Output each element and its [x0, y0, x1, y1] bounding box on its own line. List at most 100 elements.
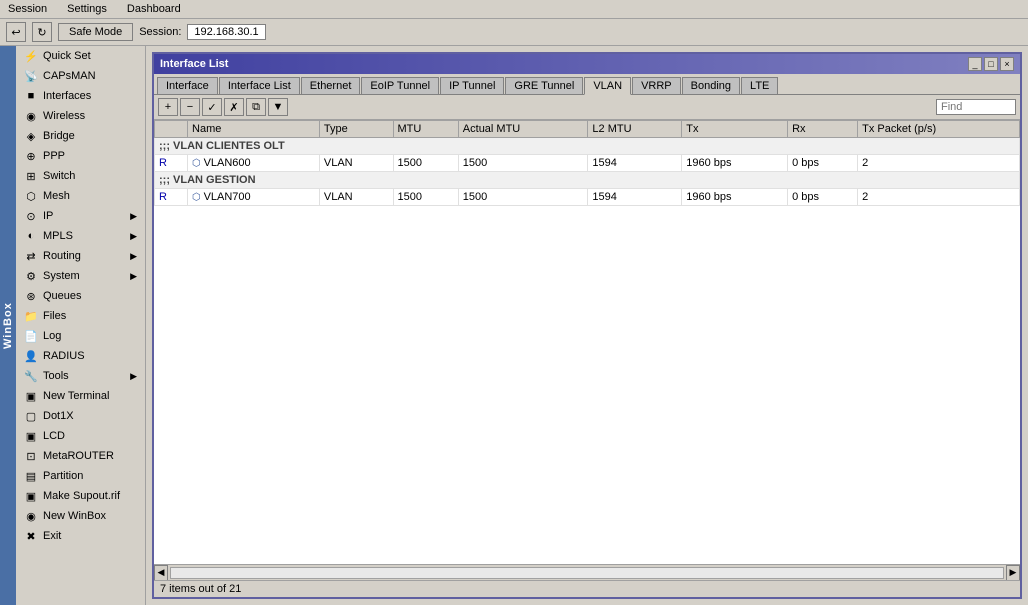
menu-session[interactable]: Session	[4, 2, 51, 16]
routing-icon: ⇄	[24, 249, 38, 263]
main-toolbar: ↩ ↻ Safe Mode Session: 192.168.30.1	[0, 19, 1028, 46]
sidebar-item-radius[interactable]: 👤RADIUS	[16, 346, 145, 366]
tab-lte[interactable]: LTE	[741, 77, 778, 94]
sidebar-item-files[interactable]: 📁 Files	[16, 306, 145, 326]
sidebar-label-mpls: MPLS	[43, 230, 73, 242]
add-button[interactable]: +	[158, 98, 178, 116]
window-maximize-button[interactable]: □	[984, 57, 998, 71]
sidebar-item-bridge[interactable]: ◈Bridge	[16, 126, 145, 146]
col-header-flag[interactable]	[155, 121, 188, 138]
menu-bar: Session Settings Dashboard	[0, 0, 1028, 19]
sidebar-item-mpls[interactable]: ◐ MPLS	[16, 226, 145, 246]
horizontal-scrollbar[interactable]: ◀ ▶	[154, 564, 1020, 580]
ip-icon: ⊙	[24, 209, 38, 223]
sidebar-label-metarouter: MetaROUTER	[43, 450, 114, 462]
window-close-button[interactable]: ×	[1000, 57, 1014, 71]
cell-tx-packet: 2	[858, 189, 1020, 206]
col-header-l2-mtu[interactable]: L2 MTU	[588, 121, 682, 138]
quick-set-icon: ⚡	[24, 49, 38, 63]
sidebar-item-lcd[interactable]: ▣LCD	[16, 426, 145, 446]
sidebar-item-ppp[interactable]: ⊕PPP	[16, 146, 145, 166]
sidebar-item-system[interactable]: ⚙ System	[16, 266, 145, 286]
sidebar-item-wireless[interactable]: ◉Wireless	[16, 106, 145, 126]
tab-gre-tunnel[interactable]: GRE Tunnel	[505, 77, 583, 94]
cell-mtu: 1500	[393, 155, 458, 172]
col-header-name[interactable]: Name	[188, 121, 320, 138]
sidebar-item-queues[interactable]: ⊛Queues	[16, 286, 145, 306]
sidebar-label-system: System	[43, 270, 80, 282]
cell-name: ⬡ VLAN700	[188, 189, 320, 206]
table-row[interactable]: R⬡ VLAN600VLAN1500150015941960 bps0 bps2	[155, 155, 1020, 172]
files-icon: 📁	[24, 309, 38, 323]
scroll-left-button[interactable]: ◀	[154, 565, 168, 581]
sidebar-item-metarouter[interactable]: ⊡MetaROUTER	[16, 446, 145, 466]
disable-button[interactable]: ✗	[224, 98, 244, 116]
tab-bar: InterfaceInterface ListEthernetEoIP Tunn…	[154, 74, 1020, 95]
window-title: Interface List	[160, 58, 228, 70]
tab-bonding[interactable]: Bonding	[682, 77, 740, 94]
col-header-mtu[interactable]: MTU	[393, 121, 458, 138]
tab-ip-tunnel[interactable]: IP Tunnel	[440, 77, 504, 94]
search-input[interactable]	[936, 99, 1016, 115]
tab-interface[interactable]: Interface	[157, 77, 218, 94]
sidebar-item-new-winbox[interactable]: ◉New WinBox	[16, 506, 145, 526]
tab-vlan[interactable]: VLAN	[584, 77, 631, 95]
lcd-icon: ▣	[24, 429, 38, 443]
sidebar-label-bridge: Bridge	[43, 130, 75, 142]
cell-tx-packet: 2	[858, 155, 1020, 172]
col-header-rx[interactable]: Rx	[788, 121, 858, 138]
system-icon: ⚙	[24, 269, 38, 283]
redo-button[interactable]: ↻	[32, 22, 52, 42]
sidebar-item-new-terminal[interactable]: ▣New Terminal	[16, 386, 145, 406]
sidebar-item-switch[interactable]: ⊞Switch	[16, 166, 145, 186]
tab-ethernet[interactable]: Ethernet	[301, 77, 361, 94]
sidebar-label-files: Files	[43, 310, 66, 322]
col-header-actual-mtu[interactable]: Actual MTU	[458, 121, 588, 138]
filter-button[interactable]: ▼	[268, 98, 288, 116]
tab-vrrp[interactable]: VRRP	[632, 77, 681, 94]
scroll-right-button[interactable]: ▶	[1006, 565, 1020, 581]
interfaces-icon: ■	[24, 89, 38, 103]
cell-actual-mtu: 1500	[458, 189, 588, 206]
sidebar-label-exit: Exit	[43, 530, 61, 542]
col-header-tx-packet[interactable]: Tx Packet (p/s)	[858, 121, 1020, 138]
sidebar-label-tools: Tools	[43, 370, 69, 382]
sidebar-item-partition[interactable]: ▤Partition	[16, 466, 145, 486]
cell-type: VLAN	[319, 155, 393, 172]
menu-settings[interactable]: Settings	[63, 2, 111, 16]
sidebar-item-interfaces[interactable]: ■Interfaces	[16, 86, 145, 106]
remove-button[interactable]: −	[180, 98, 200, 116]
tab-interface-list[interactable]: Interface List	[219, 77, 300, 94]
log-icon: 📄	[24, 329, 38, 343]
col-header-tx[interactable]: Tx	[682, 121, 788, 138]
menu-dashboard[interactable]: Dashboard	[123, 2, 185, 16]
sidebar-item-tools[interactable]: 🔧Tools	[16, 366, 145, 386]
interface-list-window: Interface List _ □ × InterfaceInterface …	[152, 52, 1022, 599]
sidebar-item-ip[interactable]: ⊙IP	[16, 206, 145, 226]
table-row[interactable]: R⬡ VLAN700VLAN1500150015941960 bps0 bps2	[155, 189, 1020, 206]
sidebar-item-dot1x[interactable]: ▢Dot1X	[16, 406, 145, 426]
window-toolbar: + − ✓ ✗ ⧉ ▼	[154, 95, 1020, 120]
sidebar-item-make-supout[interactable]: ▣Make Supout.rif	[16, 486, 145, 506]
tab-eoip-tunnel[interactable]: EoIP Tunnel	[361, 77, 439, 94]
sidebar-item-mesh[interactable]: ⬡Mesh	[16, 186, 145, 206]
sidebar-item-routing[interactable]: ⇄Routing	[16, 246, 145, 266]
sidebar-item-quick-set[interactable]: ⚡ Quick Set	[16, 46, 145, 66]
window-minimize-button[interactable]: _	[968, 57, 982, 71]
copy-button[interactable]: ⧉	[246, 98, 266, 116]
safe-mode-button[interactable]: Safe Mode	[58, 23, 133, 41]
dot1x-icon: ▢	[24, 409, 38, 423]
sidebar-item-exit[interactable]: ✖Exit	[16, 526, 145, 546]
vlan-table-container: NameTypeMTUActual MTUL2 MTUTxRxTx Packet…	[154, 120, 1020, 564]
sidebar-label-mesh: Mesh	[43, 190, 70, 202]
undo-button[interactable]: ↩	[6, 22, 26, 42]
enable-button[interactable]: ✓	[202, 98, 222, 116]
mpls-icon: ◐	[24, 229, 38, 243]
make-supout-icon: ▣	[24, 489, 38, 503]
sidebar-item-log[interactable]: 📄Log	[16, 326, 145, 346]
sidebar-label-new-terminal: New Terminal	[43, 390, 109, 402]
sidebar-label-quick-set: Quick Set	[43, 50, 91, 62]
partition-icon: ▤	[24, 469, 38, 483]
col-header-type[interactable]: Type	[319, 121, 393, 138]
sidebar-item-capsman[interactable]: 📡CAPsMAN	[16, 66, 145, 86]
